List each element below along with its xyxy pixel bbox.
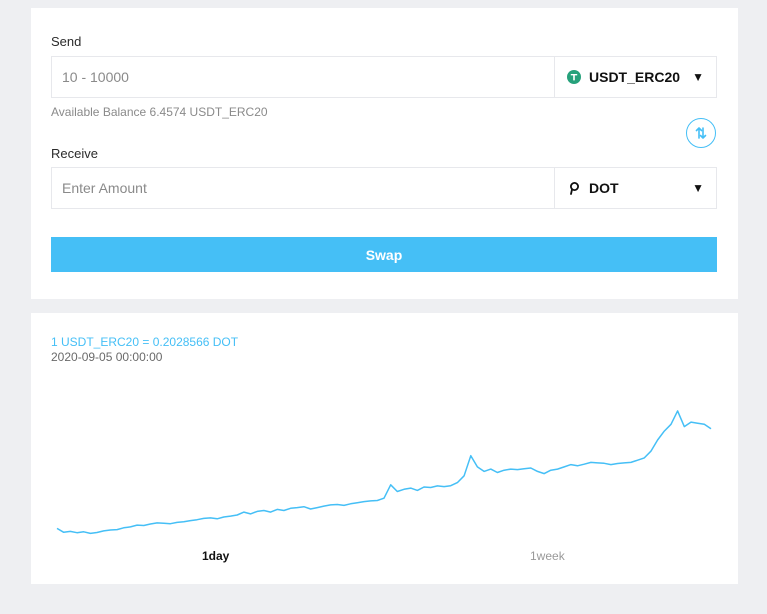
rate-series-line: [56, 410, 712, 535]
range-1week-tab[interactable]: 1week: [530, 549, 565, 563]
rate-line-chart: [56, 410, 712, 535]
send-row: USDT_ERC20 ▼: [51, 56, 717, 98]
receive-currency-select[interactable]: DOT ▼: [554, 168, 716, 208]
send-currency-select[interactable]: USDT_ERC20 ▼: [554, 57, 716, 97]
receive-label: Receive: [51, 146, 98, 161]
exchange-rate-text: 1 USDT_ERC20 = 0.2028566 DOT: [51, 335, 239, 349]
receive-currency-name: DOT: [589, 180, 619, 196]
send-currency-name: USDT_ERC20: [589, 69, 681, 85]
swap-card: Send USDT_ERC20 ▼ Available Balance 6.45…: [31, 8, 738, 299]
usdt-icon: [567, 70, 581, 84]
available-balance: Available Balance 6.4574 USDT_ERC20: [51, 105, 268, 119]
send-label: Send: [51, 34, 82, 49]
receive-row: DOT ▼: [51, 167, 717, 209]
swap-arrows-icon: [695, 127, 707, 139]
range-1day-tab[interactable]: 1day: [202, 549, 229, 563]
swap-direction-button[interactable]: [686, 118, 716, 148]
caret-down-icon: ▼: [692, 181, 704, 195]
swap-button[interactable]: Swap: [51, 237, 717, 272]
polkadot-icon: [567, 181, 581, 195]
rate-chart-card: 1 USDT_ERC20 = 0.2028566 DOT 2020-09-05 …: [31, 313, 738, 584]
rate-timestamp: 2020-09-05 00:00:00: [51, 350, 163, 364]
caret-down-icon: ▼: [692, 70, 704, 84]
receive-amount-input[interactable]: [52, 168, 554, 208]
send-amount-input[interactable]: [52, 57, 554, 97]
